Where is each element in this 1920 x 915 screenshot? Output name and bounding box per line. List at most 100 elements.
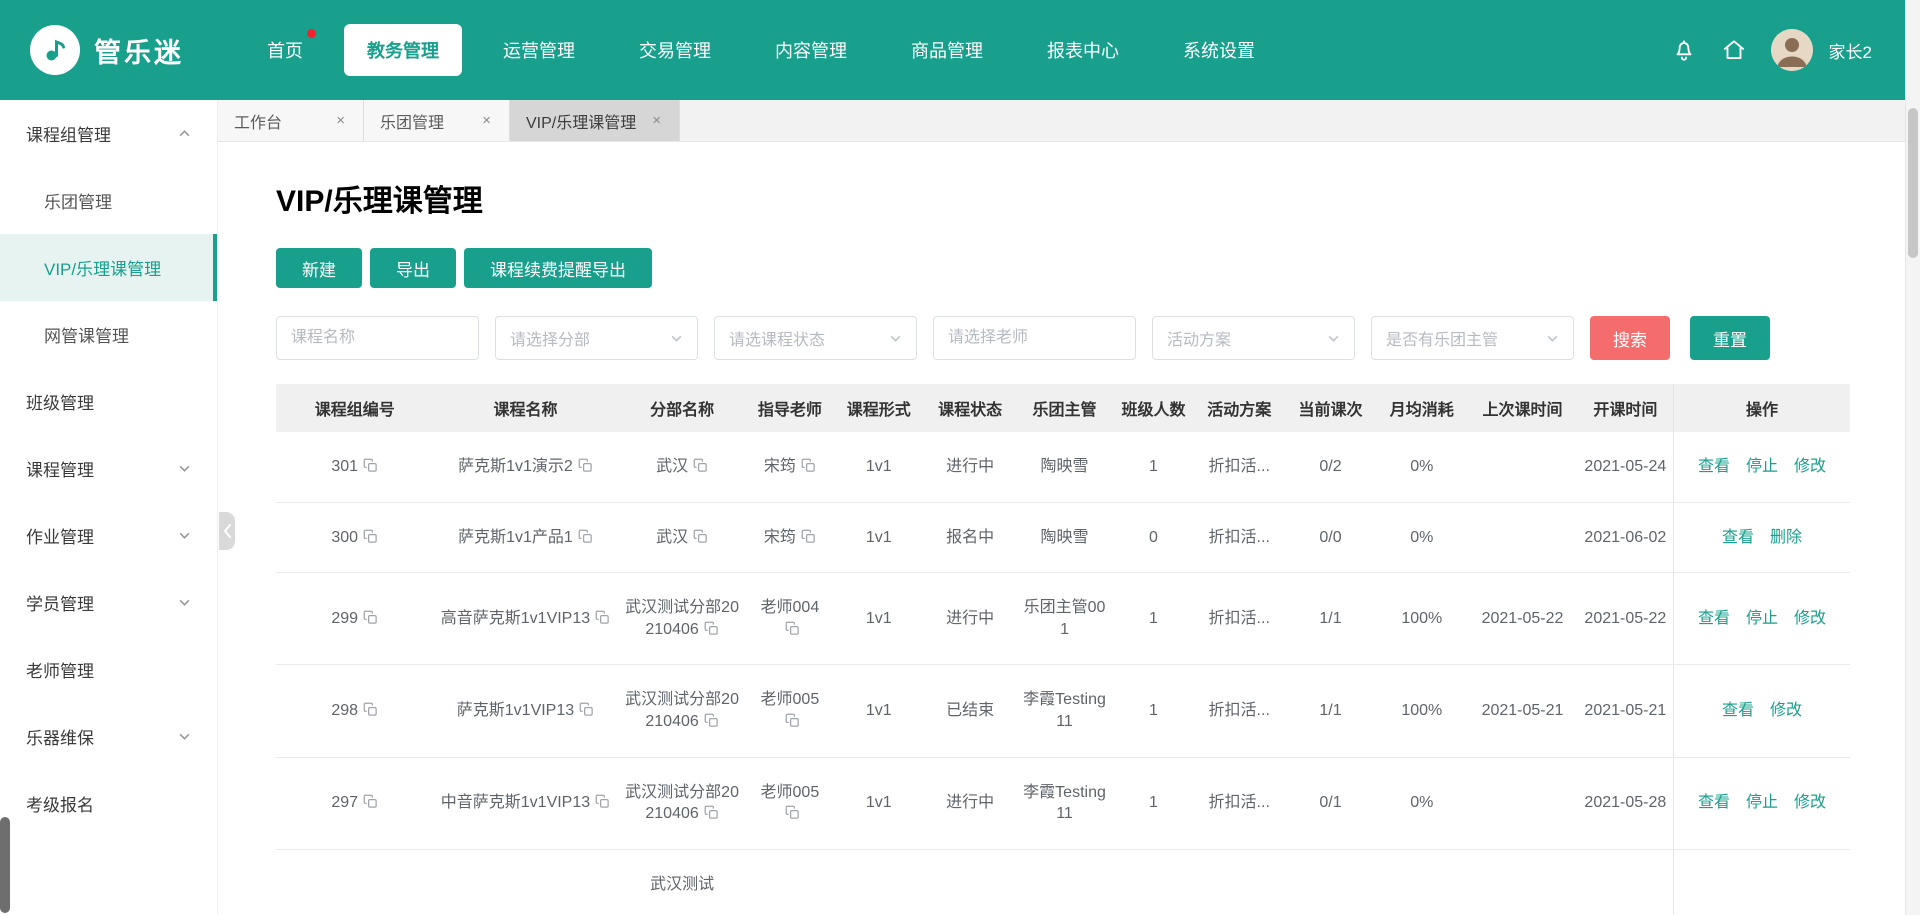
sidebar-item-course-group-mgmt[interactable]: 课程组管理 [0, 100, 217, 167]
copy-icon[interactable] [363, 529, 378, 544]
sidebar-item-student-mgmt[interactable]: 学员管理 [0, 569, 217, 636]
operation-link[interactable]: 查看 [1722, 702, 1754, 719]
tab-vip-theory-course-mgmt[interactable]: VIP/乐理课管理 × [510, 100, 680, 141]
renewal-reminder-export-button[interactable]: 课程续费提醒导出 [464, 248, 652, 288]
copy-icon[interactable] [704, 713, 719, 728]
cell-text: 1/1 [1319, 702, 1341, 719]
nav-item-operations-mgmt[interactable]: 运营管理 [480, 24, 598, 76]
operation-link[interactable]: 停止 [1746, 794, 1778, 811]
copy-icon[interactable] [579, 702, 594, 717]
operation-link[interactable]: 修改 [1794, 610, 1826, 627]
cell-text: 折扣活... [1209, 794, 1270, 811]
cell-class_size: 0 [1113, 502, 1193, 573]
home-icon[interactable] [1721, 37, 1747, 63]
app-logo[interactable]: 管乐迷 [30, 25, 184, 75]
teacher-select-input[interactable] [933, 316, 1136, 360]
cell-activity: 折扣活... [1194, 573, 1285, 665]
copy-icon[interactable] [363, 794, 378, 809]
activity-plan-select[interactable]: 活动方案 [1152, 316, 1355, 360]
operation-link[interactable]: 修改 [1794, 794, 1826, 811]
close-icon[interactable]: × [650, 111, 663, 130]
copy-icon[interactable] [693, 529, 708, 544]
copy-icon[interactable] [801, 458, 816, 473]
chevron-down-icon [178, 462, 191, 475]
tab-orchestra-mgmt[interactable]: 乐团管理 × [364, 100, 510, 141]
sidebar-scrollbar-thumb[interactable] [0, 817, 10, 913]
cell-monthly [1376, 849, 1467, 915]
page-scrollbar[interactable] [1905, 0, 1920, 915]
branch-select[interactable]: 请选择分部 [495, 316, 698, 360]
operation-link[interactable]: 查看 [1698, 458, 1730, 475]
close-icon[interactable]: × [334, 111, 347, 130]
copy-icon[interactable] [578, 529, 593, 544]
cell-branch: 武汉测试分部20210406 [618, 665, 747, 757]
sidebar-item-class-mgmt[interactable]: 班级管理 [0, 368, 217, 435]
nav-item-report-center[interactable]: 报表中心 [1024, 24, 1142, 76]
copy-icon[interactable] [363, 610, 378, 625]
sidebar-item-label: VIP/乐理课管理 [44, 255, 161, 280]
sidebar-item-orchestra-mgmt[interactable]: 乐团管理 [0, 167, 217, 234]
sidebar-item-course-mgmt[interactable]: 课程管理 [0, 435, 217, 502]
cell-text: 武汉测试分部20210406 [625, 599, 739, 638]
operation-link[interactable]: 停止 [1746, 610, 1778, 627]
course-name-input[interactable] [276, 316, 479, 360]
copy-icon[interactable] [578, 458, 593, 473]
nav-item-home[interactable]: 首页 [244, 24, 326, 76]
copy-icon[interactable] [785, 713, 800, 728]
cell-text: 299 [331, 610, 358, 627]
copy-icon[interactable] [704, 805, 719, 820]
sidebar-item-grading-registration[interactable]: 考级报名 [0, 770, 217, 837]
search-button[interactable]: 搜索 [1590, 316, 1670, 360]
copy-icon[interactable] [693, 458, 708, 473]
nav-item-transaction-mgmt[interactable]: 交易管理 [616, 24, 734, 76]
bell-icon[interactable] [1671, 37, 1697, 63]
copy-icon[interactable] [801, 529, 816, 544]
cell-last_time [1467, 757, 1577, 849]
cell-name: 中音萨克斯1v1VIP13 [433, 757, 617, 849]
cell-text: 乐团主管001 [1024, 599, 1106, 638]
operation-link[interactable]: 查看 [1722, 529, 1754, 546]
tab-workbench[interactable]: 工作台 × [218, 100, 364, 141]
user-name[interactable]: 家长2 [1829, 38, 1872, 63]
operation-link[interactable]: 停止 [1746, 458, 1778, 475]
close-icon[interactable]: × [480, 111, 493, 130]
nav-item-product-mgmt[interactable]: 商品管理 [888, 24, 1006, 76]
cell-text: 武汉 [656, 529, 688, 546]
copy-icon[interactable] [595, 610, 610, 625]
copy-icon[interactable] [363, 702, 378, 717]
cell-teacher: 宋筠 [747, 432, 834, 502]
operation-link[interactable]: 查看 [1698, 794, 1730, 811]
cell-text: 武汉测试分部20210406 [625, 784, 739, 823]
sidebar-item-instrument-maintenance[interactable]: 乐器维保 [0, 703, 217, 770]
cell-teacher: 宋筠 [747, 502, 834, 573]
sidebar-item-teacher-mgmt[interactable]: 老师管理 [0, 636, 217, 703]
export-button[interactable]: 导出 [370, 248, 456, 288]
operation-link[interactable]: 修改 [1770, 702, 1802, 719]
sidebar-item-vip-theory-course-mgmt[interactable]: VIP/乐理课管理 [0, 234, 217, 301]
create-button[interactable]: 新建 [276, 248, 362, 288]
sidebar-collapse-handle[interactable] [219, 512, 235, 550]
operation-link[interactable]: 修改 [1794, 458, 1826, 475]
copy-icon[interactable] [785, 621, 800, 636]
cell-form: 1v1 [833, 432, 924, 502]
has-orchestra-manager-select[interactable]: 是否有乐团主管 [1371, 316, 1574, 360]
page-scrollbar-thumb[interactable] [1908, 108, 1918, 258]
operation-link[interactable]: 删除 [1770, 529, 1802, 546]
operation-link[interactable]: 查看 [1698, 610, 1730, 627]
sidebar-item-homework-mgmt[interactable]: 作业管理 [0, 502, 217, 569]
sidebar-item-online-course-mgmt[interactable]: 网管课管理 [0, 301, 217, 368]
nav-item-academic-mgmt[interactable]: 教务管理 [344, 24, 462, 76]
cell-text: 297 [331, 794, 358, 811]
reset-button[interactable]: 重置 [1690, 316, 1770, 360]
copy-icon[interactable] [785, 805, 800, 820]
copy-icon[interactable] [704, 621, 719, 636]
copy-icon[interactable] [363, 458, 378, 473]
copy-icon[interactable] [595, 794, 610, 809]
cell-text: 折扣活... [1209, 458, 1270, 475]
cell-text: 298 [331, 702, 358, 719]
nav-item-system-settings[interactable]: 系统设置 [1160, 24, 1278, 76]
user-avatar[interactable] [1771, 29, 1813, 71]
course-status-select[interactable]: 请选课程状态 [714, 316, 917, 360]
cell-name [433, 849, 617, 915]
nav-item-content-mgmt[interactable]: 内容管理 [752, 24, 870, 76]
